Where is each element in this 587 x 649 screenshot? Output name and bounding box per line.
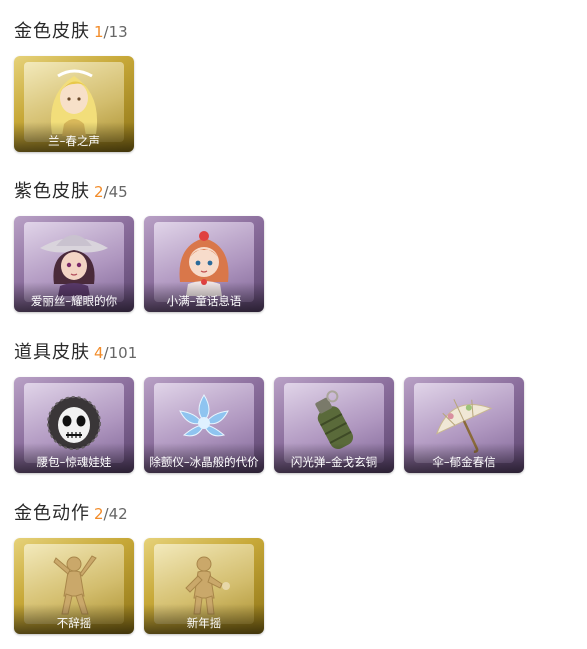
card-label: 不辞摇 — [14, 604, 134, 634]
section-title: 金色皮肤 1/13 — [14, 20, 128, 44]
prop-card-waist-bag[interactable]: 腰包–惊魂娃娃 — [14, 377, 134, 473]
total-count: /13 — [103, 23, 128, 41]
owned-count: 4 — [94, 344, 104, 362]
skin-card-alice[interactable]: 爱丽丝–耀眼的你 — [14, 216, 134, 312]
total-count: /45 — [103, 183, 128, 201]
section-title: 紫色皮肤 2/45 — [14, 180, 128, 204]
owned-count: 1 — [94, 23, 104, 41]
card-label: 腰包–惊魂娃娃 — [14, 443, 134, 473]
owned-count: 2 — [94, 505, 104, 523]
owned-count: 2 — [94, 183, 104, 201]
section-name: 金色皮肤 — [14, 21, 90, 42]
card-label: 除颤仪–冰晶般的代价 — [144, 443, 264, 473]
prop-card-umbrella[interactable]: 伞–郁金春信 — [404, 377, 524, 473]
total-count: /101 — [103, 344, 138, 362]
section-title: 金色动作 2/42 — [14, 502, 128, 526]
card-label: 新年摇 — [144, 604, 264, 634]
section-name: 金色动作 — [14, 503, 90, 524]
emote-card-xinnianyao[interactable]: 新年摇 — [144, 538, 264, 634]
prop-card-flash-grenade[interactable]: 闪光弹–金戈玄铜 — [274, 377, 394, 473]
card-label: 伞–郁金春信 — [404, 443, 524, 473]
card-label: 闪光弹–金戈玄铜 — [274, 443, 394, 473]
section-name: 紫色皮肤 — [14, 181, 90, 202]
card-label: 小满–童话息语 — [144, 282, 264, 312]
skin-card-xiaoman[interactable]: 小满–童话息语 — [144, 216, 264, 312]
prop-card-defibrillator[interactable]: 除颤仪–冰晶般的代价 — [144, 377, 264, 473]
emote-card-bucyao[interactable]: 不辞摇 — [14, 538, 134, 634]
section-title: 道具皮肤 4/101 — [14, 341, 137, 365]
skin-card-lan[interactable]: 兰–春之声 — [14, 56, 134, 152]
total-count: /42 — [103, 505, 128, 523]
card-label: 兰–春之声 — [14, 122, 134, 152]
card-label: 爱丽丝–耀眼的你 — [14, 282, 134, 312]
section-name: 道具皮肤 — [14, 342, 90, 363]
